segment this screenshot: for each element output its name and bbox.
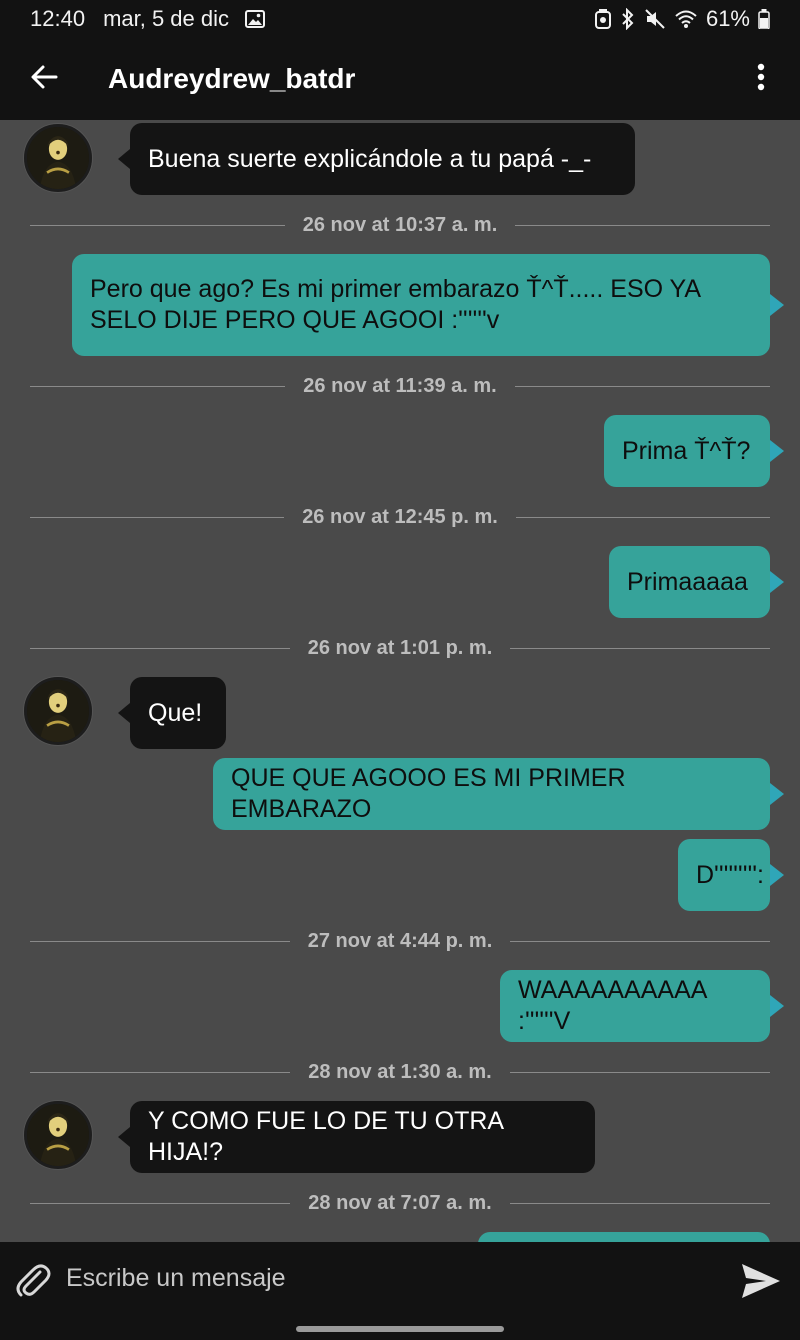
more-options-button[interactable]	[746, 59, 776, 99]
chat-title[interactable]: Audreydrew_batdr	[108, 63, 355, 95]
avatar[interactable]	[24, 1101, 92, 1169]
chat-header: Audreydrew_batdr	[0, 38, 800, 120]
image-icon	[245, 9, 266, 29]
more-vert-icon	[757, 63, 765, 96]
bluetooth-icon	[620, 8, 636, 30]
message-bubble-outgoing[interactable]: Pero que ago? Es mi primer embarazo Ť^Ť.…	[72, 254, 784, 356]
status-icons: 61%	[594, 6, 770, 32]
date-divider: 28 nov at 7:07 a. m.	[30, 1188, 771, 1218]
message-list[interactable]: Buena suerte explicándole a tu papá -_- …	[0, 120, 800, 1242]
date-label: 26 nov at 10:37 a. m.	[302, 213, 498, 236]
message-bubble-incoming[interactable]: Que!	[118, 677, 226, 749]
avatar[interactable]	[24, 124, 92, 192]
date-divider: 26 nov at 11:39 a. m.	[30, 371, 770, 401]
back-button[interactable]	[24, 59, 64, 99]
message-bubble-outgoing[interactable]: D''''''''':	[678, 839, 784, 911]
message-bubble-outgoing[interactable]: Prima Ť^Ť?	[604, 415, 784, 487]
message-bubble-outgoing[interactable]: Primaaaaa	[609, 546, 784, 618]
message-input-bar	[0, 1242, 800, 1340]
message-text: D''''''''':	[696, 860, 764, 889]
message-bubble-outgoing[interactable]: WAAAAAAAAAA :''''''V	[500, 970, 784, 1042]
date-label: 27 nov at 4:44 p. m.	[307, 929, 493, 952]
message-bubble-incoming[interactable]: Y COMO FUE LO DE TU OTRA HIJA!?	[118, 1101, 595, 1173]
date-divider: 27 nov at 4:44 p. m.	[30, 926, 771, 956]
message-text: Pero que ago? Es mi primer embarazo Ť^Ť.…	[90, 275, 700, 334]
message-bubble-incoming[interactable]: Buena suerte explicándole a tu papá -_-	[118, 123, 635, 195]
wifi-icon	[674, 9, 698, 29]
message-bubble-outgoing[interactable]: QUE QUE AGOOO ES MI PRIMER EMBARAZO	[213, 758, 784, 830]
screenshot-icon	[594, 8, 612, 30]
date-label: 28 nov at 7:07 a. m.	[308, 1191, 492, 1214]
date-divider: 26 nov at 12:45 p. m.	[30, 502, 771, 532]
send-button[interactable]	[738, 1258, 784, 1304]
date-divider: 26 nov at 10:37 a. m.	[30, 210, 771, 240]
send-icon	[738, 1264, 784, 1308]
mute-icon	[644, 8, 666, 30]
date-label: 26 nov at 12:45 p. m.	[302, 505, 498, 528]
message-text: Primaaaaa	[627, 567, 748, 596]
status-date: mar, 5 de dic	[103, 6, 230, 31]
avatar[interactable]	[24, 677, 92, 745]
message-text: Buena suerte explicándole a tu papá -_-	[148, 144, 592, 173]
date-divider: 26 nov at 1:01 p. m.	[30, 633, 771, 663]
date-label: 28 nov at 1:30 a. m.	[308, 1060, 492, 1083]
message-text: Y COMO FUE LO DE TU OTRA HIJA!?	[148, 1107, 503, 1166]
message-text: Que!	[148, 698, 203, 727]
date-divider: 28 nov at 1:30 a. m.	[30, 1057, 771, 1087]
date-label: 26 nov at 11:39 a. m.	[303, 374, 497, 397]
message-bubble-outgoing-partial[interactable]	[478, 1232, 770, 1242]
attach-button[interactable]	[12, 1260, 54, 1302]
battery-icon	[758, 9, 770, 29]
status-time: 12:40	[30, 6, 86, 31]
battery-label: 61%	[705, 6, 750, 31]
gesture-handle[interactable]	[296, 1326, 504, 1332]
message-text: QUE QUE AGOOO ES MI PRIMER EMBARAZO	[231, 764, 626, 823]
message-text: WAAAAAAAAAA :''''''V	[518, 976, 707, 1035]
paperclip-icon	[12, 1264, 54, 1306]
message-text: Prima Ť^Ť?	[622, 436, 751, 465]
arrow-left-icon	[30, 64, 58, 95]
status-bar: 12:40 mar, 5 de dic 61%	[0, 0, 800, 38]
message-input[interactable]	[66, 1256, 706, 1300]
date-label: 26 nov at 1:01 p. m.	[307, 636, 493, 659]
